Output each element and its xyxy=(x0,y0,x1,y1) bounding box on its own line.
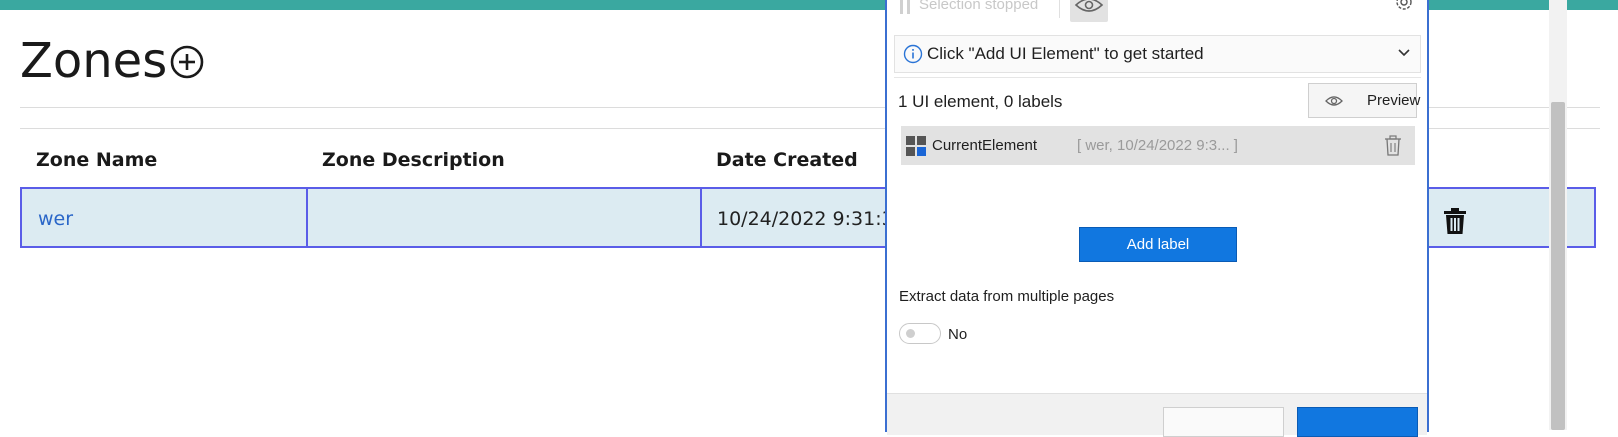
pause-icon[interactable] xyxy=(900,0,912,14)
preview-button[interactable]: Preview xyxy=(1308,83,1421,118)
selection-status: Selection stopped xyxy=(919,0,1039,13)
extract-toggle-state: No xyxy=(948,326,968,343)
element-meta: [ wer, 10/24/2022 9:3... ] xyxy=(1077,137,1238,154)
save-button[interactable] xyxy=(1297,407,1418,437)
ui-element-panel: Selection stopped Click "Add UI Element"… xyxy=(885,0,1429,437)
eye-toggle-button[interactable] xyxy=(1070,0,1108,22)
toggle-knob xyxy=(906,329,915,338)
eye-icon xyxy=(1074,0,1104,12)
cell-divider xyxy=(306,187,308,248)
add-zone-button[interactable] xyxy=(170,45,204,79)
zone-name-link[interactable]: wer xyxy=(38,208,73,230)
extract-toggle[interactable] xyxy=(899,323,941,344)
date-created-cell: 10/24/2022 9:31:30 xyxy=(717,208,906,230)
page-title: Zones xyxy=(20,33,168,89)
trash-icon[interactable] xyxy=(1384,135,1402,156)
column-header-date-created[interactable]: Date Created xyxy=(716,149,858,171)
add-label-button[interactable]: Add label xyxy=(1079,227,1237,262)
chevron-down-icon[interactable] xyxy=(1397,48,1411,58)
scrollbar-thumb[interactable] xyxy=(1551,102,1565,430)
banner-divider xyxy=(894,77,1421,78)
info-banner[interactable]: Click "Add UI Element" to get started xyxy=(894,35,1421,73)
preview-label: Preview xyxy=(1367,92,1421,109)
cancel-button[interactable] xyxy=(1163,407,1284,437)
eye-icon xyxy=(1325,96,1343,106)
banner-text: Click "Add UI Element" to get started xyxy=(927,44,1204,63)
info-icon xyxy=(903,44,923,64)
element-icon xyxy=(906,136,926,156)
element-summary: 1 UI element, 0 labels xyxy=(898,92,1063,111)
column-header-zone-description[interactable]: Zone Description xyxy=(322,149,505,171)
ui-element-item[interactable]: CurrentElement [ wer, 10/24/2022 9:3... … xyxy=(901,126,1415,165)
toolbar-divider xyxy=(1059,0,1060,18)
trash-icon[interactable] xyxy=(1442,207,1468,235)
extract-multiple-pages-label: Extract data from multiple pages xyxy=(899,288,1115,305)
cell-divider xyxy=(700,187,702,248)
column-header-zone-name[interactable]: Zone Name xyxy=(36,149,157,171)
element-name: CurrentElement xyxy=(932,137,1038,154)
gear-icon[interactable] xyxy=(1393,0,1415,16)
